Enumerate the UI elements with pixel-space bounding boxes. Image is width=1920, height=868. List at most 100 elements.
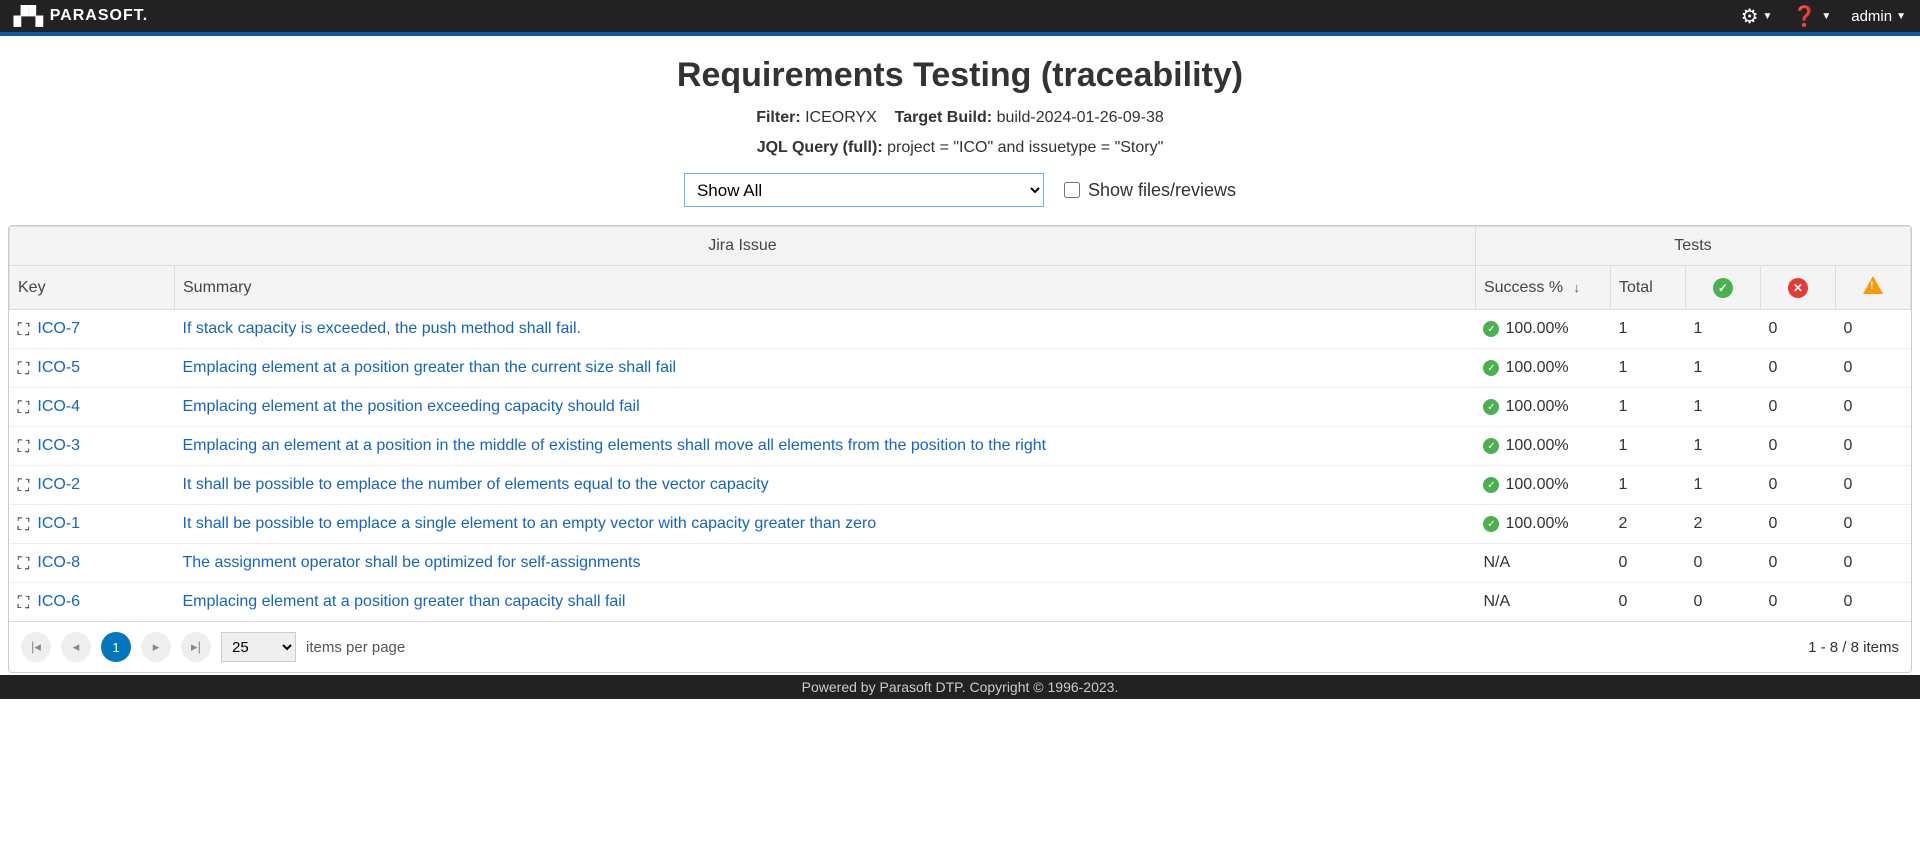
issue-summary-link[interactable]: The assignment operator shall be optimiz… bbox=[183, 554, 641, 571]
cell-warn: 0 bbox=[1835, 310, 1910, 349]
caret-down-icon: ▼ bbox=[1821, 11, 1831, 22]
cell-fail: 0 bbox=[1760, 583, 1835, 622]
header-row: Key Summary Success % ↓ Total ✓ ✕ bbox=[10, 266, 1911, 310]
cell-warn: 0 bbox=[1835, 544, 1910, 583]
caret-down-icon: ▼ bbox=[1763, 11, 1773, 22]
pass-icon: ✓ bbox=[1483, 477, 1499, 493]
issue-key-link[interactable]: ICO-5 bbox=[37, 359, 80, 377]
header-group-tests: Tests bbox=[1475, 227, 1910, 266]
cell-pass: 1 bbox=[1685, 349, 1760, 388]
cell-fail: 0 bbox=[1760, 388, 1835, 427]
issue-summary-link[interactable]: Emplacing element at a position greater … bbox=[183, 359, 677, 376]
cell-success: ✓100.00% bbox=[1475, 505, 1610, 544]
page-next-button[interactable]: ▸ bbox=[141, 632, 171, 662]
cell-summary: It shall be possible to emplace a single… bbox=[175, 505, 1476, 544]
cell-warn: 0 bbox=[1835, 505, 1910, 544]
cell-warn: 0 bbox=[1835, 466, 1910, 505]
issue-key-link[interactable]: ICO-1 bbox=[37, 515, 80, 533]
table-row: ⛶ICO-8 The assignment operator shall be o… bbox=[10, 544, 1911, 583]
issue-key-link[interactable]: ICO-2 bbox=[37, 476, 80, 494]
cell-pass: 1 bbox=[1685, 310, 1760, 349]
col-pass[interactable]: ✓ bbox=[1685, 266, 1760, 310]
issue-key-link[interactable]: ICO-6 bbox=[37, 593, 80, 611]
cell-fail: 0 bbox=[1760, 310, 1835, 349]
pass-icon: ✓ bbox=[1483, 516, 1499, 532]
cell-key: ⛶ ICO-4 bbox=[10, 388, 175, 427]
cell-success: ✓100.00% bbox=[1475, 388, 1610, 427]
issue-summary-link[interactable]: If stack capacity is exceeded, the push … bbox=[183, 320, 581, 337]
show-files-checkbox-wrap[interactable]: Show files/reviews bbox=[1064, 180, 1236, 201]
cell-fail: 0 bbox=[1760, 349, 1835, 388]
pass-icon: ✓ bbox=[1483, 321, 1499, 337]
settings-menu[interactable]: ⚙ ▼ bbox=[1741, 4, 1773, 29]
issue-summary-link[interactable]: Emplacing an element at a position in th… bbox=[183, 437, 1047, 454]
brand-icon: ▞▚ bbox=[14, 6, 44, 27]
cell-fail: 0 bbox=[1760, 427, 1835, 466]
issue-key-link[interactable]: ICO-3 bbox=[37, 437, 80, 455]
table-row: ⛶ ICO-2 It shall be possible to emplace th… bbox=[10, 466, 1911, 505]
jira-icon: ⛶ bbox=[18, 594, 30, 611]
col-fail[interactable]: ✕ bbox=[1760, 266, 1835, 310]
issue-summary-link[interactable]: It shall be possible to emplace the numb… bbox=[183, 476, 769, 493]
caret-down-icon: ▼ bbox=[1896, 11, 1906, 22]
header-group-issue: Jira Issue bbox=[10, 227, 1476, 266]
issue-summary-link[interactable]: Emplacing element at a position greater … bbox=[183, 593, 626, 610]
meta-filter-build: Filter: ICEORYX Target Build: build-2024… bbox=[8, 109, 1912, 127]
cell-total: 1 bbox=[1610, 427, 1685, 466]
issue-key-link[interactable]: ICO-4 bbox=[37, 398, 80, 416]
jql-value: project = "ICO" and issuetype = "Story" bbox=[887, 139, 1163, 156]
gear-icon: ⚙ bbox=[1741, 4, 1759, 29]
cell-fail: 0 bbox=[1760, 466, 1835, 505]
show-files-checkbox[interactable] bbox=[1064, 182, 1080, 198]
results-table: Jira Issue Tests Key Summary Success % ↓… bbox=[9, 226, 1911, 621]
pagesize-select[interactable]: 25 bbox=[221, 632, 296, 662]
cell-warn: 0 bbox=[1835, 427, 1910, 466]
issue-summary-link[interactable]: Emplacing element at the position exceed… bbox=[183, 398, 640, 415]
jira-icon: ⛶ bbox=[18, 477, 30, 494]
cell-key: ⛶ICO-7 bbox=[10, 310, 175, 349]
cell-summary: If stack capacity is exceeded, the push … bbox=[175, 310, 1476, 349]
col-warn[interactable] bbox=[1835, 266, 1910, 310]
cell-total: 1 bbox=[1610, 466, 1685, 505]
col-key[interactable]: Key bbox=[10, 266, 175, 310]
pager-range: 1 - 8 / 8 items bbox=[1808, 639, 1899, 656]
col-summary[interactable]: Summary bbox=[175, 266, 1476, 310]
cell-summary: Emplacing element at the position exceed… bbox=[175, 388, 1476, 427]
cell-key: ⛶ICO-8 bbox=[10, 544, 175, 583]
cell-warn: 0 bbox=[1835, 583, 1910, 622]
cell-key: ⛶ ICO-6 bbox=[10, 583, 175, 622]
help-icon: ❓ bbox=[1792, 4, 1817, 29]
page-prev-button[interactable]: ◂ bbox=[61, 632, 91, 662]
page-title: Requirements Testing (traceability) bbox=[8, 56, 1912, 95]
cell-total: 1 bbox=[1610, 388, 1685, 427]
cell-pass: 0 bbox=[1685, 583, 1760, 622]
issue-key-link[interactable]: ICO-8 bbox=[37, 554, 80, 572]
show-filter-select[interactable]: Show All bbox=[684, 173, 1044, 207]
meta-jql: JQL Query (full): project = "ICO" and is… bbox=[8, 139, 1912, 157]
cell-pass: 2 bbox=[1685, 505, 1760, 544]
issue-key-link[interactable]: ICO-7 bbox=[37, 320, 80, 338]
issue-summary-link[interactable]: It shall be possible to emplace a single… bbox=[183, 515, 877, 532]
help-menu[interactable]: ❓ ▼ bbox=[1792, 4, 1831, 29]
jira-icon: ⛶ bbox=[18, 399, 30, 416]
cell-key: ⛶ ICO-2 bbox=[10, 466, 175, 505]
page-last-button[interactable]: ▸| bbox=[181, 632, 211, 662]
cell-fail: 0 bbox=[1760, 505, 1835, 544]
cell-summary: It shall be possible to emplace the numb… bbox=[175, 466, 1476, 505]
cell-warn: 0 bbox=[1835, 388, 1910, 427]
page-number-button[interactable]: 1 bbox=[101, 632, 131, 662]
cell-pass: 1 bbox=[1685, 388, 1760, 427]
topbar-right: ⚙ ▼ ❓ ▼ admin ▼ bbox=[1741, 4, 1906, 29]
content: Requirements Testing (traceability) Filt… bbox=[0, 36, 1920, 673]
sort-down-icon: ↓ bbox=[1574, 280, 1581, 295]
user-menu[interactable]: admin ▼ bbox=[1851, 8, 1906, 25]
cell-total: 0 bbox=[1610, 583, 1685, 622]
cell-summary: Emplacing element at a position greater … bbox=[175, 349, 1476, 388]
table-row: ⛶ICO-7 If stack capacity is exceeded, the… bbox=[10, 310, 1911, 349]
warn-icon bbox=[1863, 276, 1883, 294]
col-total[interactable]: Total bbox=[1610, 266, 1685, 310]
pager: |◂ ◂ 1 ▸ ▸| 25 items per page 1 - 8 / 8 … bbox=[9, 621, 1911, 672]
col-success[interactable]: Success % ↓ bbox=[1475, 266, 1610, 310]
cell-pass: 1 bbox=[1685, 427, 1760, 466]
page-first-button[interactable]: |◂ bbox=[21, 632, 51, 662]
